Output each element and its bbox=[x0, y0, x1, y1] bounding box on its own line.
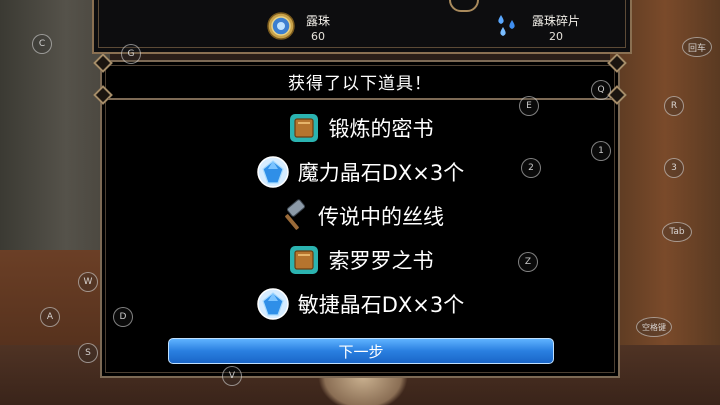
hammer-icon bbox=[276, 199, 310, 233]
vkey-v[interactable]: V bbox=[222, 366, 242, 386]
crystal-icon bbox=[256, 155, 290, 189]
vkey-e[interactable]: E bbox=[519, 96, 539, 116]
book-icon bbox=[287, 111, 321, 145]
reward-item: 魔力晶石DX×3个 bbox=[102, 152, 618, 192]
next-button[interactable]: 下一步 bbox=[168, 338, 554, 364]
vkey-r[interactable]: R bbox=[664, 96, 684, 116]
currency-dew-fragment: 露珠碎片 20 bbox=[494, 10, 580, 46]
reward-item-label: 魔力晶石DX×3个 bbox=[297, 161, 465, 185]
vkey-a[interactable]: A bbox=[40, 307, 60, 327]
vkey-z[interactable]: Z bbox=[518, 252, 538, 272]
vkey-w[interactable]: W bbox=[78, 272, 98, 292]
panel-ornament bbox=[449, 0, 479, 12]
reward-item-label: 索罗罗之书 bbox=[328, 249, 434, 273]
droplets-icon bbox=[494, 12, 522, 44]
currency-value: 20 bbox=[549, 29, 563, 43]
reward-item: 索罗罗之书 bbox=[102, 240, 618, 280]
reward-item: 传说中的丝线 bbox=[102, 196, 618, 236]
crystal-icon bbox=[256, 287, 290, 321]
reward-item: 锻炼的密书 bbox=[102, 108, 618, 148]
vkey-g[interactable]: G bbox=[121, 44, 141, 64]
reward-item: 敏捷晶石DX×3个 bbox=[102, 284, 618, 324]
vkey-c[interactable]: C bbox=[32, 34, 52, 54]
book-icon bbox=[287, 243, 321, 277]
currency-value: 60 bbox=[311, 29, 325, 43]
vkey-s[interactable]: S bbox=[78, 343, 98, 363]
dialog-title: 获得了以下道具！ bbox=[288, 73, 432, 94]
reward-item-label: 传说中的丝线 bbox=[318, 205, 444, 229]
reward-item-label: 锻炼的密书 bbox=[328, 117, 434, 141]
vkey-tab[interactable]: Tab bbox=[662, 222, 692, 242]
vkey-3[interactable]: 3 bbox=[664, 158, 684, 178]
vkey-d[interactable]: D bbox=[113, 307, 133, 327]
currency-panel: 露珠 60 露珠碎片 20 bbox=[92, 0, 632, 54]
medal-icon bbox=[266, 11, 296, 45]
currency-name: 露珠碎片 bbox=[532, 13, 581, 28]
reward-dialog: 获得了以下道具！ 锻炼的密书 魔力晶石DX×3个 传说中的丝线 索罗罗之书 敏捷… bbox=[93, 53, 627, 378]
currency-name: 露珠 bbox=[306, 13, 331, 28]
vkey-enter[interactable]: 回车 bbox=[682, 37, 712, 57]
reward-item-label: 敏捷晶石DX×3个 bbox=[297, 293, 465, 317]
vkey-2[interactable]: 2 bbox=[521, 158, 541, 178]
vkey-1[interactable]: 1 bbox=[591, 141, 611, 161]
vkey-q[interactable]: Q bbox=[591, 80, 611, 100]
currency-dew: 露珠 60 bbox=[266, 10, 330, 46]
vkey-space[interactable]: 空格键 bbox=[636, 317, 672, 337]
